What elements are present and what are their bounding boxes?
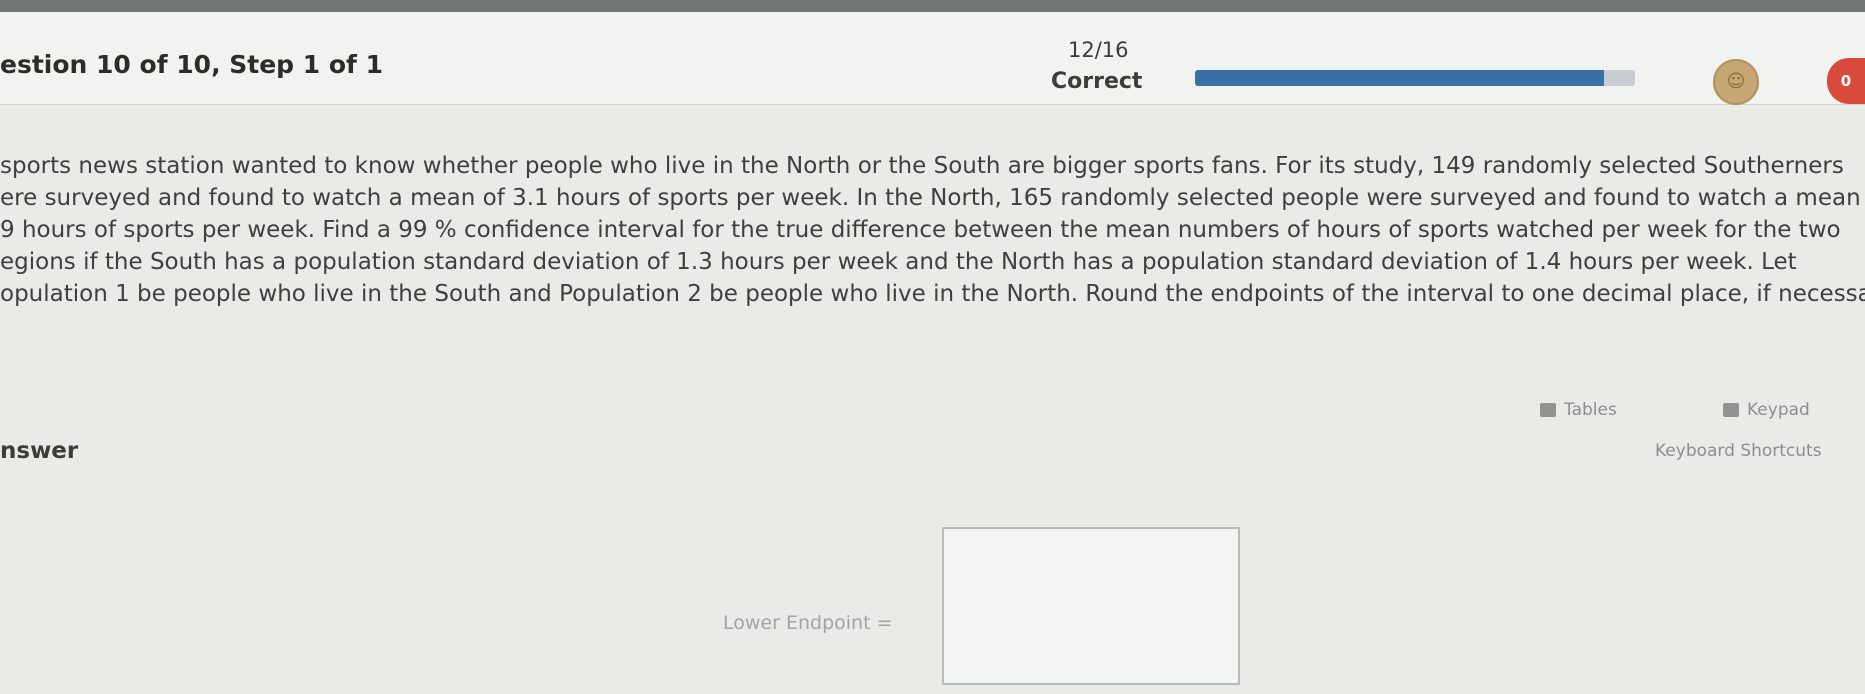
table-icon (1540, 403, 1556, 417)
answer-section-label: nswer (0, 438, 79, 464)
question-line: egions if the South has a population sta… (0, 249, 1797, 275)
progress-count: 12/16 (1068, 38, 1129, 62)
keyboard-shortcuts-link[interactable]: Keyboard Shortcuts (1655, 441, 1822, 461)
progress-bar (1195, 70, 1635, 86)
question-line: sports news station wanted to know wheth… (0, 153, 1844, 179)
heart-icon[interactable]: 0 (1827, 58, 1865, 104)
top-strip (0, 0, 1865, 12)
heart-count: 0 (1840, 72, 1852, 90)
tables-label: Tables (1564, 400, 1617, 420)
question-header: estion 10 of 10, Step 1 of 1 12/16 Corre… (0, 12, 1865, 105)
lower-endpoint-input[interactable] (942, 527, 1240, 685)
question-line: 9 hours of sports per week. Find a 99 % … (0, 217, 1841, 243)
keypad-button[interactable]: Keypad (1723, 400, 1810, 420)
lower-endpoint-label: Lower Endpoint = (723, 612, 893, 634)
question-line: opulation 1 be people who live in the So… (0, 281, 1865, 307)
question-line: ere surveyed and found to watch a mean o… (0, 185, 1865, 211)
progress-bar-fill (1195, 70, 1605, 86)
tables-button[interactable]: Tables (1540, 400, 1617, 420)
question-title: estion 10 of 10, Step 1 of 1 (0, 50, 384, 79)
keypad-icon (1723, 403, 1739, 417)
avatar-icon[interactable]: ☺ (1713, 59, 1759, 105)
keypad-label: Keypad (1747, 400, 1810, 420)
question-text: sports news station wanted to know wheth… (0, 150, 1865, 310)
progress-status: Correct (1051, 69, 1143, 94)
